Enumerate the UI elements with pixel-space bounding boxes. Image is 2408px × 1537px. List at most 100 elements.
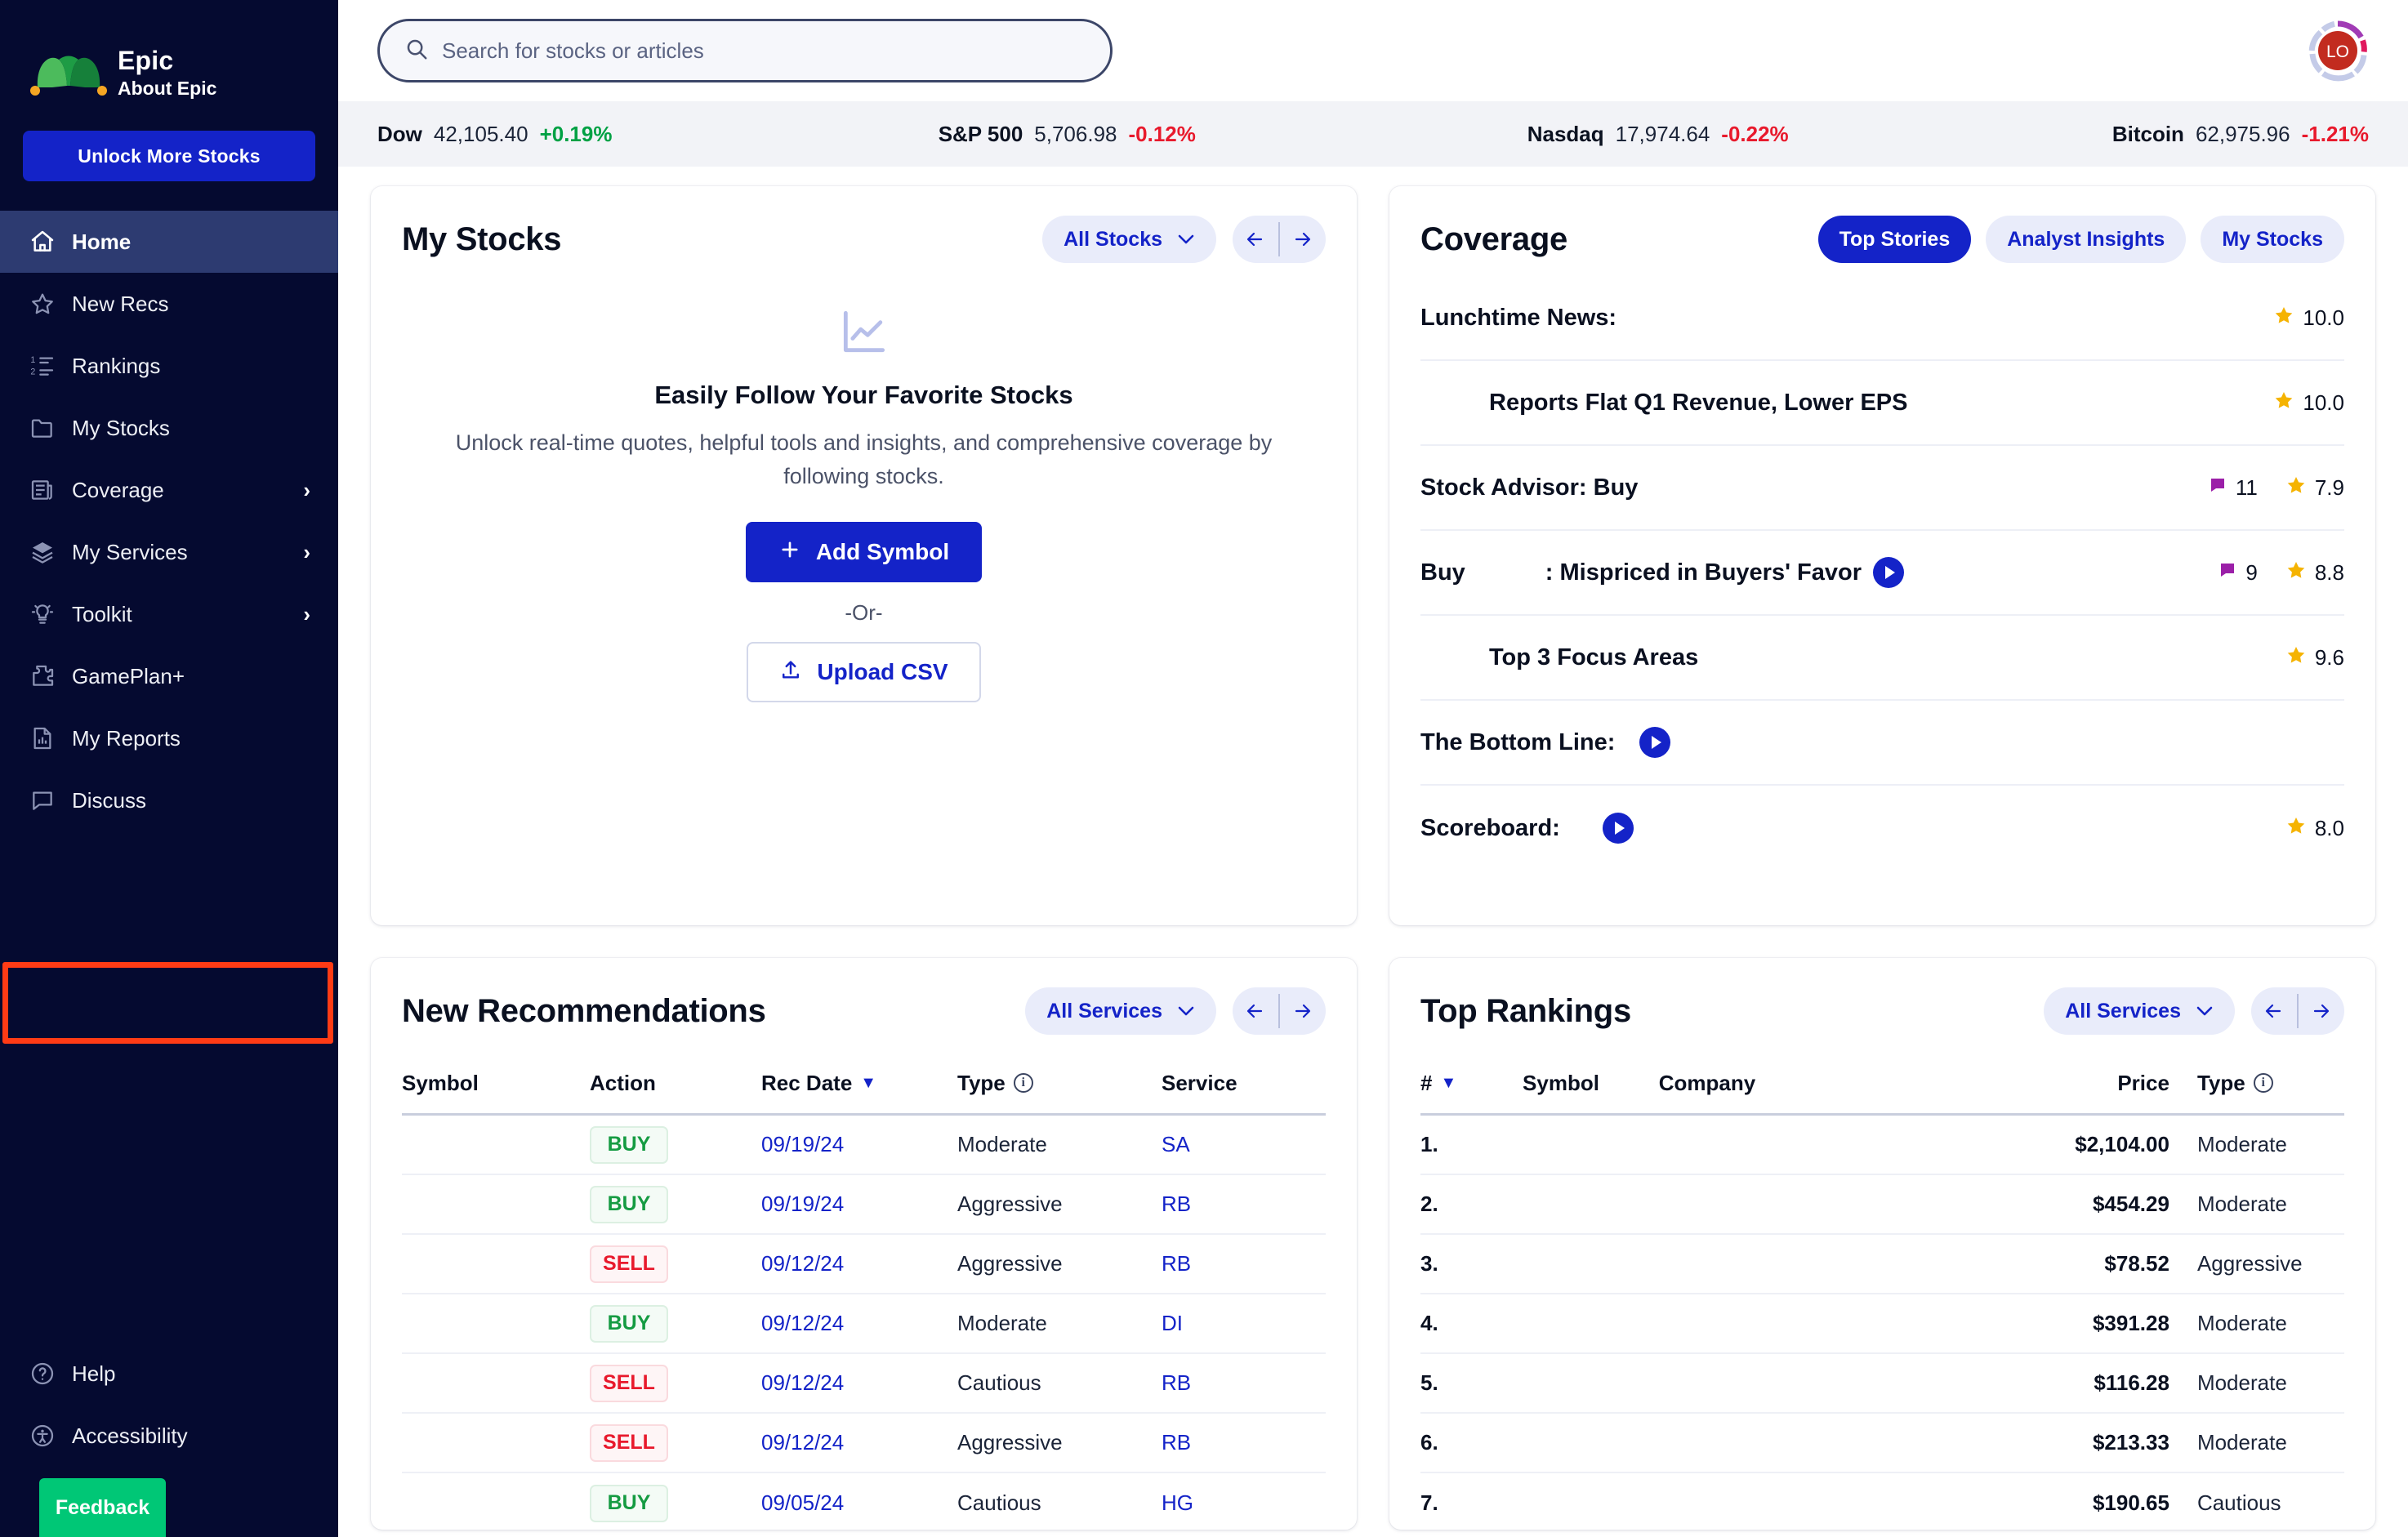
cell-service[interactable]: RB: [1162, 1251, 1292, 1276]
new-recommendations-title: New Recommendations: [402, 992, 766, 1029]
cell-rec-date[interactable]: 09/19/24: [761, 1132, 957, 1157]
next-button[interactable]: [2299, 987, 2344, 1035]
unlock-more-stocks-button[interactable]: Unlock More Stocks: [23, 131, 315, 181]
upload-csv-button[interactable]: Upload CSV: [747, 642, 981, 702]
sidebar-item-my-reports[interactable]: My Reports: [0, 707, 338, 769]
sidebar-item-new-recs[interactable]: New Recs: [0, 273, 338, 335]
coverage-row[interactable]: Scoreboard: 8.0: [1420, 786, 2344, 871]
ticker-item-nasdaq[interactable]: Nasdaq 17,974.64 -0.22%: [1527, 122, 2112, 147]
cell-service[interactable]: RB: [1162, 1370, 1292, 1396]
play-icon[interactable]: [1602, 813, 1634, 844]
table-row[interactable]: BUY 09/12/24 Moderate DI: [402, 1294, 1326, 1354]
cell-rank: 6.: [1420, 1430, 1438, 1455]
table-row[interactable]: SELL 09/12/24 Aggressive RB: [402, 1414, 1326, 1473]
comment-icon: [2208, 475, 2227, 501]
sidebar-item-home[interactable]: Home: [0, 211, 338, 273]
column-header-symbol[interactable]: Symbol: [1523, 1071, 1659, 1096]
cell-service[interactable]: DI: [1162, 1311, 1292, 1336]
table-row[interactable]: 7. $190.65 Cautious: [1420, 1473, 2344, 1530]
ticker-item-sp500[interactable]: S&P 500 5,706.98 -0.12%: [939, 122, 1527, 147]
column-header-rank[interactable]: # ▼: [1420, 1071, 1523, 1096]
cell-rec-date[interactable]: 09/12/24: [761, 1370, 957, 1396]
sidebar-item-label: Toolkit: [72, 601, 132, 626]
sidebar-item-rankings[interactable]: 12 Rankings: [0, 335, 338, 397]
prev-button[interactable]: [1233, 216, 1278, 263]
my-stocks-filter-select[interactable]: All Stocks: [1042, 216, 1216, 263]
table-row[interactable]: 4. $391.28 Moderate: [1420, 1294, 2344, 1354]
search-bar[interactable]: [377, 19, 1113, 82]
sidebar-item-help[interactable]: Help: [0, 1343, 338, 1405]
cell-service[interactable]: HG: [1162, 1490, 1292, 1516]
search-input[interactable]: [442, 38, 1086, 64]
coverage-row[interactable]: Buy : Mispriced in Buyers' Favor 9 8.8: [1420, 531, 2344, 616]
chevron-right-icon: ›: [303, 602, 310, 626]
cell-rec-date[interactable]: 09/12/24: [761, 1311, 957, 1336]
cell-service[interactable]: SA: [1162, 1132, 1292, 1157]
column-header-company[interactable]: Company: [1659, 1071, 1951, 1096]
add-symbol-button[interactable]: Add Symbol: [745, 522, 983, 582]
ticker-item-bitcoin[interactable]: Bitcoin 62,975.96 -1.21%: [2112, 122, 2369, 147]
info-icon[interactable]: i: [2253, 1073, 2273, 1093]
page-title: My Stocks: [402, 221, 562, 257]
filter-label: All Services: [1046, 999, 1162, 1022]
column-header-service[interactable]: Service: [1162, 1071, 1292, 1096]
card-header: My Stocks All Stocks: [371, 186, 1357, 276]
sidebar-item-discuss[interactable]: Discuss: [0, 769, 338, 831]
sidebar-item-coverage[interactable]: Coverage ›: [0, 459, 338, 521]
column-header-type[interactable]: Type i: [957, 1071, 1162, 1096]
coverage-row[interactable]: Lunchtime News: 10.0: [1420, 276, 2344, 361]
next-button[interactable]: [1280, 987, 1326, 1035]
table-row[interactable]: 3. $78.52 Aggressive: [1420, 1235, 2344, 1294]
tab-top-stories[interactable]: Top Stories: [1817, 216, 1972, 263]
column-header-price[interactable]: Price: [1951, 1071, 2169, 1096]
table-row[interactable]: 5. $116.28 Moderate: [1420, 1354, 2344, 1414]
ticker-item-dow[interactable]: Dow 42,105.40 +0.19%: [377, 122, 939, 147]
column-header-rec-date[interactable]: Rec Date ▼: [761, 1071, 957, 1096]
table-row[interactable]: 6. $213.33 Moderate: [1420, 1414, 2344, 1473]
cell-service[interactable]: RB: [1162, 1430, 1292, 1455]
sidebar-item-accessibility[interactable]: Accessibility: [0, 1405, 338, 1467]
table-row[interactable]: SELL 09/12/24 Cautious RB: [402, 1354, 1326, 1414]
table-row[interactable]: SELL 09/12/24 Aggressive RB: [402, 1235, 1326, 1294]
coverage-row-label: Buy: [1420, 559, 1465, 586]
ticker-change: -0.22%: [1721, 121, 1789, 146]
coverage-row[interactable]: Top 3 Focus Areas 9.6: [1420, 616, 2344, 701]
play-icon[interactable]: [1639, 727, 1671, 758]
cell-rec-date[interactable]: 09/12/24: [761, 1251, 957, 1276]
sidebar-item-my-stocks[interactable]: My Stocks: [0, 397, 338, 459]
top-rankings-filter-select[interactable]: All Services: [2044, 987, 2235, 1035]
coverage-row[interactable]: The Bottom Line:: [1420, 701, 2344, 786]
upload-csv-label: Upload CSV: [817, 659, 948, 684]
brand[interactable]: Epic About Epic: [0, 0, 338, 123]
tab-analyst-insights[interactable]: Analyst Insights: [1986, 216, 2187, 263]
play-icon[interactable]: [1873, 557, 1905, 588]
avatar[interactable]: LO: [2307, 20, 2369, 82]
tab-my-stocks[interactable]: My Stocks: [2201, 216, 2344, 263]
table-row[interactable]: 2. $454.29 Moderate: [1420, 1175, 2344, 1235]
cell-rec-date[interactable]: 09/05/24: [761, 1490, 957, 1516]
cell-service[interactable]: RB: [1162, 1192, 1292, 1217]
table-row[interactable]: BUY 09/19/24 Aggressive RB: [402, 1175, 1326, 1235]
coverage-row[interactable]: Stock Advisor: Buy 11 7.9: [1420, 446, 2344, 531]
sidebar-item-gameplan-plus[interactable]: GamePlan+: [0, 645, 338, 707]
chevron-right-icon: ›: [303, 478, 310, 502]
table-row[interactable]: 1. $2,104.00 Moderate: [1420, 1116, 2344, 1175]
cell-rec-date[interactable]: 09/19/24: [761, 1192, 957, 1217]
prev-button[interactable]: [2251, 987, 2297, 1035]
table-row[interactable]: BUY 09/19/24 Moderate SA: [402, 1116, 1326, 1175]
next-button[interactable]: [1280, 216, 1326, 263]
table-row[interactable]: BUY 09/05/24 Cautious HG: [402, 1473, 1326, 1530]
coverage-row[interactable]: Reports Flat Q1 Revenue, Lower EPS 10.0: [1420, 361, 2344, 446]
cell-rec-date[interactable]: 09/12/24: [761, 1430, 957, 1455]
prev-button[interactable]: [1233, 987, 1278, 1035]
sidebar-item-toolkit[interactable]: Toolkit ›: [0, 583, 338, 645]
column-header-symbol[interactable]: Symbol: [402, 1071, 590, 1096]
star-icon: [2285, 474, 2307, 501]
new-recs-filter-select[interactable]: All Services: [1025, 987, 1216, 1035]
column-header-type[interactable]: Type i: [2169, 1071, 2344, 1096]
sidebar-item-my-services[interactable]: My Services ›: [0, 521, 338, 583]
feedback-button[interactable]: Feedback: [39, 1478, 166, 1537]
column-header-action[interactable]: Action: [590, 1071, 761, 1096]
sidebar-item-label: Home: [72, 229, 132, 254]
info-icon[interactable]: i: [1013, 1073, 1033, 1093]
